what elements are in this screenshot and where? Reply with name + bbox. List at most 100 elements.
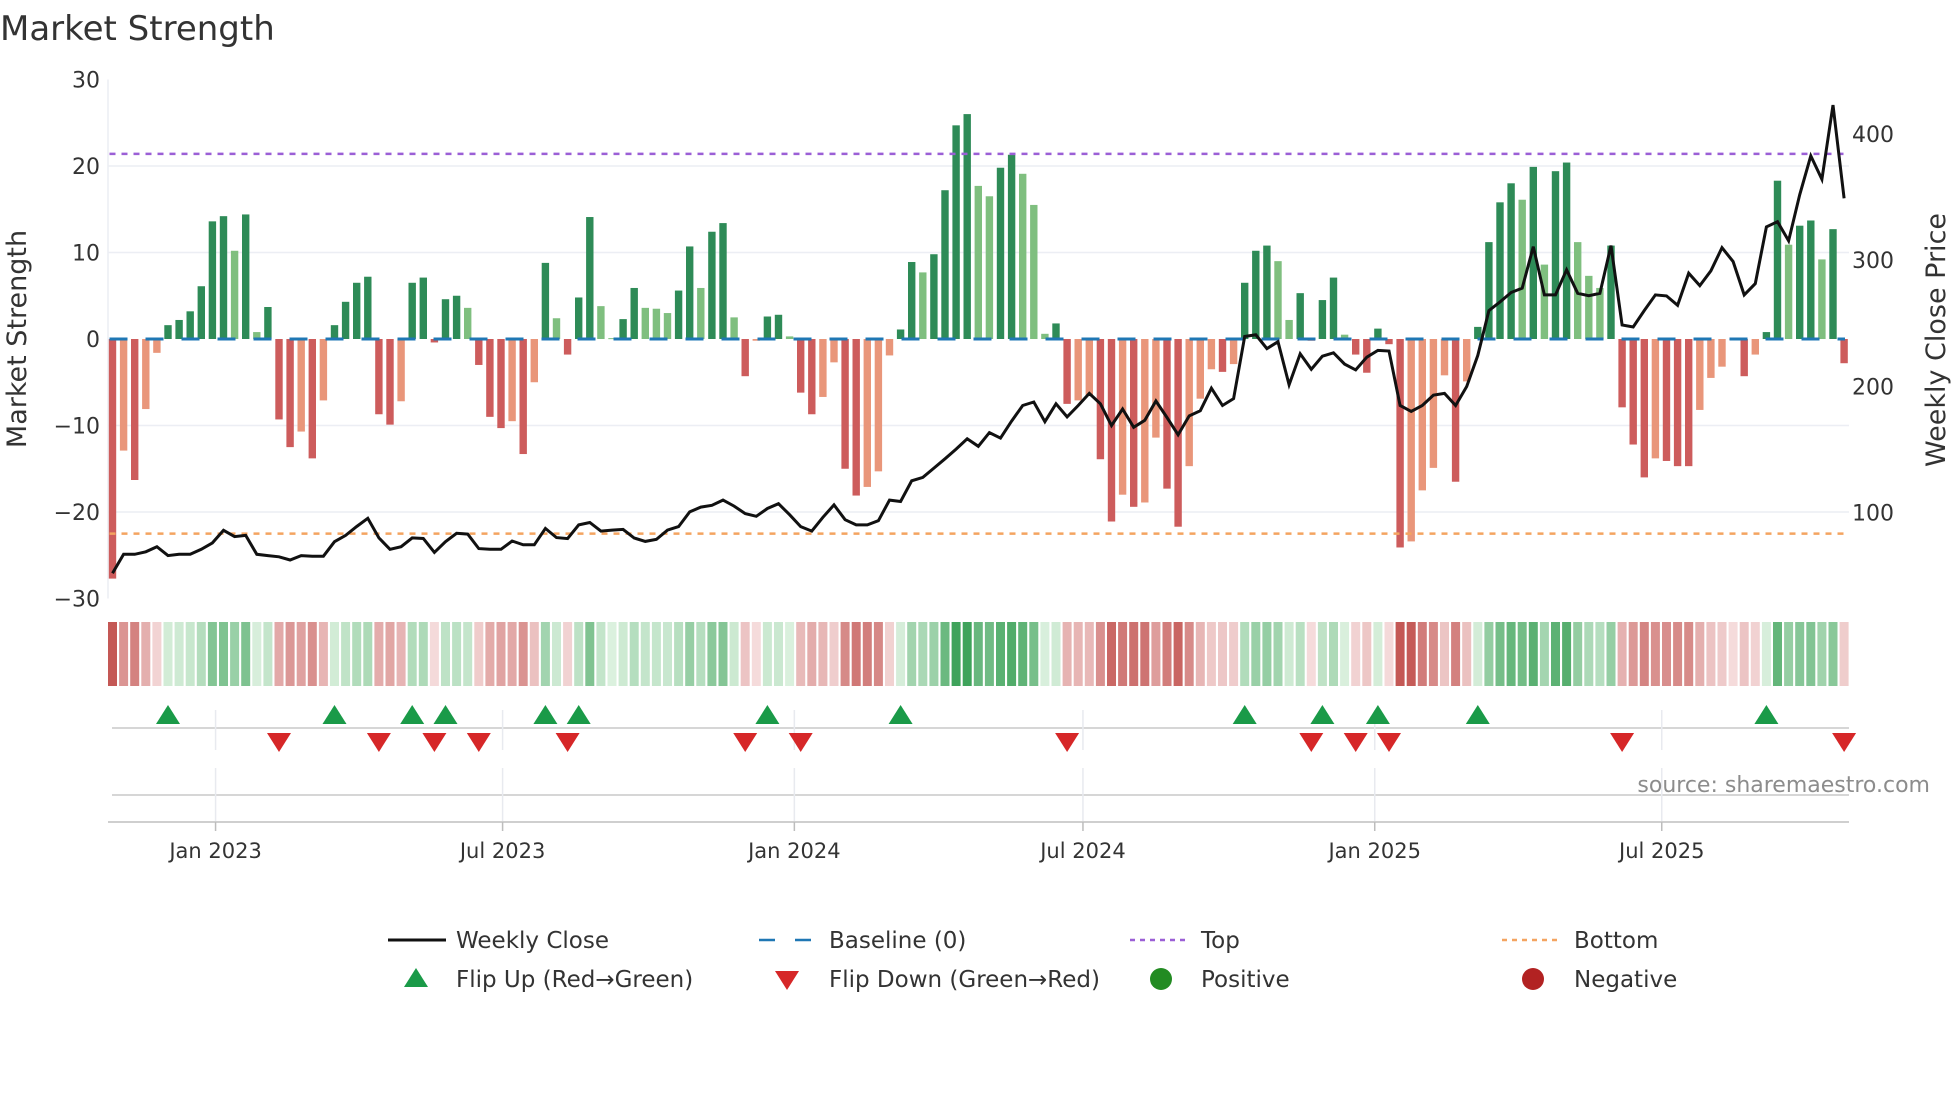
market-strength-chart: Market Strength 3020100−10−20−30 4003002… [0, 9, 1952, 993]
flip-down-marker [788, 733, 813, 752]
strength-bar [575, 297, 583, 339]
flip-up-marker [1232, 705, 1257, 724]
flip-up-marker [888, 705, 913, 724]
strength-bar [1118, 339, 1127, 495]
strength-heatmap-strip [108, 622, 1849, 686]
heatmap-cell [540, 622, 550, 686]
strength-bar [1840, 339, 1848, 364]
strength-bar [697, 287, 705, 339]
strength-bar [1796, 225, 1804, 339]
strength-bars [108, 114, 1848, 579]
strength-bar [142, 339, 150, 410]
strength-bar [1451, 339, 1460, 482]
strength-bar [408, 282, 416, 339]
heatmap-cell [485, 622, 495, 686]
flip-up-marker [433, 705, 458, 724]
heatmap-cell [307, 622, 317, 686]
strength-bar [275, 339, 283, 420]
strength-bar [908, 262, 916, 339]
strength-bar [164, 325, 172, 339]
flip-down-marker [422, 733, 447, 752]
flip-down-marker [466, 733, 491, 752]
strength-bar [1229, 339, 1238, 365]
legend-triangle-up-icon [404, 968, 428, 987]
strength-bar [119, 339, 128, 451]
strength-bar [730, 317, 738, 339]
heatmap-cell [1562, 622, 1572, 686]
heatmap-cell [1606, 622, 1616, 686]
heatmap-cell [707, 622, 717, 686]
strength-bar [641, 307, 649, 339]
legend-label: Weekly Close [456, 928, 609, 954]
heatmap-cell [1639, 622, 1649, 686]
heatmap-cell [1517, 622, 1527, 686]
strength-bar [1718, 339, 1726, 367]
flip-up-marker [400, 705, 425, 724]
strength-bar [497, 339, 505, 429]
flip-down-marker [366, 733, 391, 752]
strength-bar [819, 339, 827, 397]
strength-bar [1063, 339, 1071, 404]
legend-label: Top [1200, 928, 1240, 954]
heatmap-cell [1040, 622, 1050, 686]
strength-bar [197, 286, 205, 339]
strength-bar [1096, 339, 1105, 460]
flip-up-marker [156, 705, 180, 724]
heatmap-cell [1118, 622, 1128, 686]
flip-down-marker [267, 733, 291, 752]
flip-down-marker [733, 733, 758, 752]
heatmap-cell [263, 622, 273, 686]
strength-bar [1440, 339, 1449, 376]
flip-down-marker [1299, 733, 1324, 752]
heatmap-cell [1828, 622, 1838, 686]
heatmap-cell [929, 622, 939, 686]
heatmap-cell [1750, 622, 1760, 686]
heatmap-cell [185, 622, 195, 686]
strength-bar [1807, 220, 1815, 339]
heatmap-cell [1428, 622, 1438, 686]
strength-bar [852, 339, 860, 496]
heatmap-cell [1673, 622, 1683, 686]
strength-bar [1030, 204, 1038, 339]
strength-bar [963, 114, 971, 339]
flip-down-marker [1055, 733, 1080, 752]
heatmap-cell [984, 622, 994, 686]
strength-bar [1429, 339, 1438, 468]
heatmap-cell [1107, 622, 1116, 686]
strength-bar [419, 277, 427, 339]
strength-bar [397, 339, 405, 402]
heatmap-cell [1306, 622, 1316, 686]
heatmap-cell [1728, 622, 1738, 686]
heatmap-cell [1018, 622, 1028, 686]
strength-bar [1329, 277, 1338, 339]
strength-bar [452, 295, 461, 339]
strength-bar [186, 311, 194, 339]
heatmap-cell [651, 622, 661, 686]
strength-bar [230, 250, 239, 339]
heatmap-cell [1295, 622, 1305, 686]
strength-bar [319, 339, 328, 401]
heatmap-cell [951, 622, 961, 686]
heatmap-cell [585, 622, 595, 686]
strength-bar [808, 339, 816, 415]
strength-bar [219, 216, 228, 339]
heatmap-cell [1806, 622, 1816, 686]
y-axis-right-title: Weekly Close Price [1921, 213, 1952, 467]
legend-label: Bottom [1574, 928, 1658, 954]
heatmap-cell [885, 622, 894, 686]
strength-bar [1651, 339, 1660, 459]
strength-bar [674, 290, 683, 339]
strength-bar [1496, 202, 1504, 339]
strength-bar [1052, 323, 1060, 339]
heatmap-cell [785, 622, 795, 686]
heatmap-cell [718, 622, 728, 686]
heatmap-cell [363, 622, 373, 686]
legend-label: Flip Up (Red→Green) [456, 967, 693, 993]
heatmap-cell [141, 622, 151, 686]
strength-bar [841, 339, 849, 469]
heatmap-cell [1717, 622, 1727, 686]
heatmap-cell [1539, 622, 1549, 686]
heatmap-cell [1317, 622, 1327, 686]
strength-bar [1751, 339, 1759, 355]
strength-bar [863, 339, 871, 487]
